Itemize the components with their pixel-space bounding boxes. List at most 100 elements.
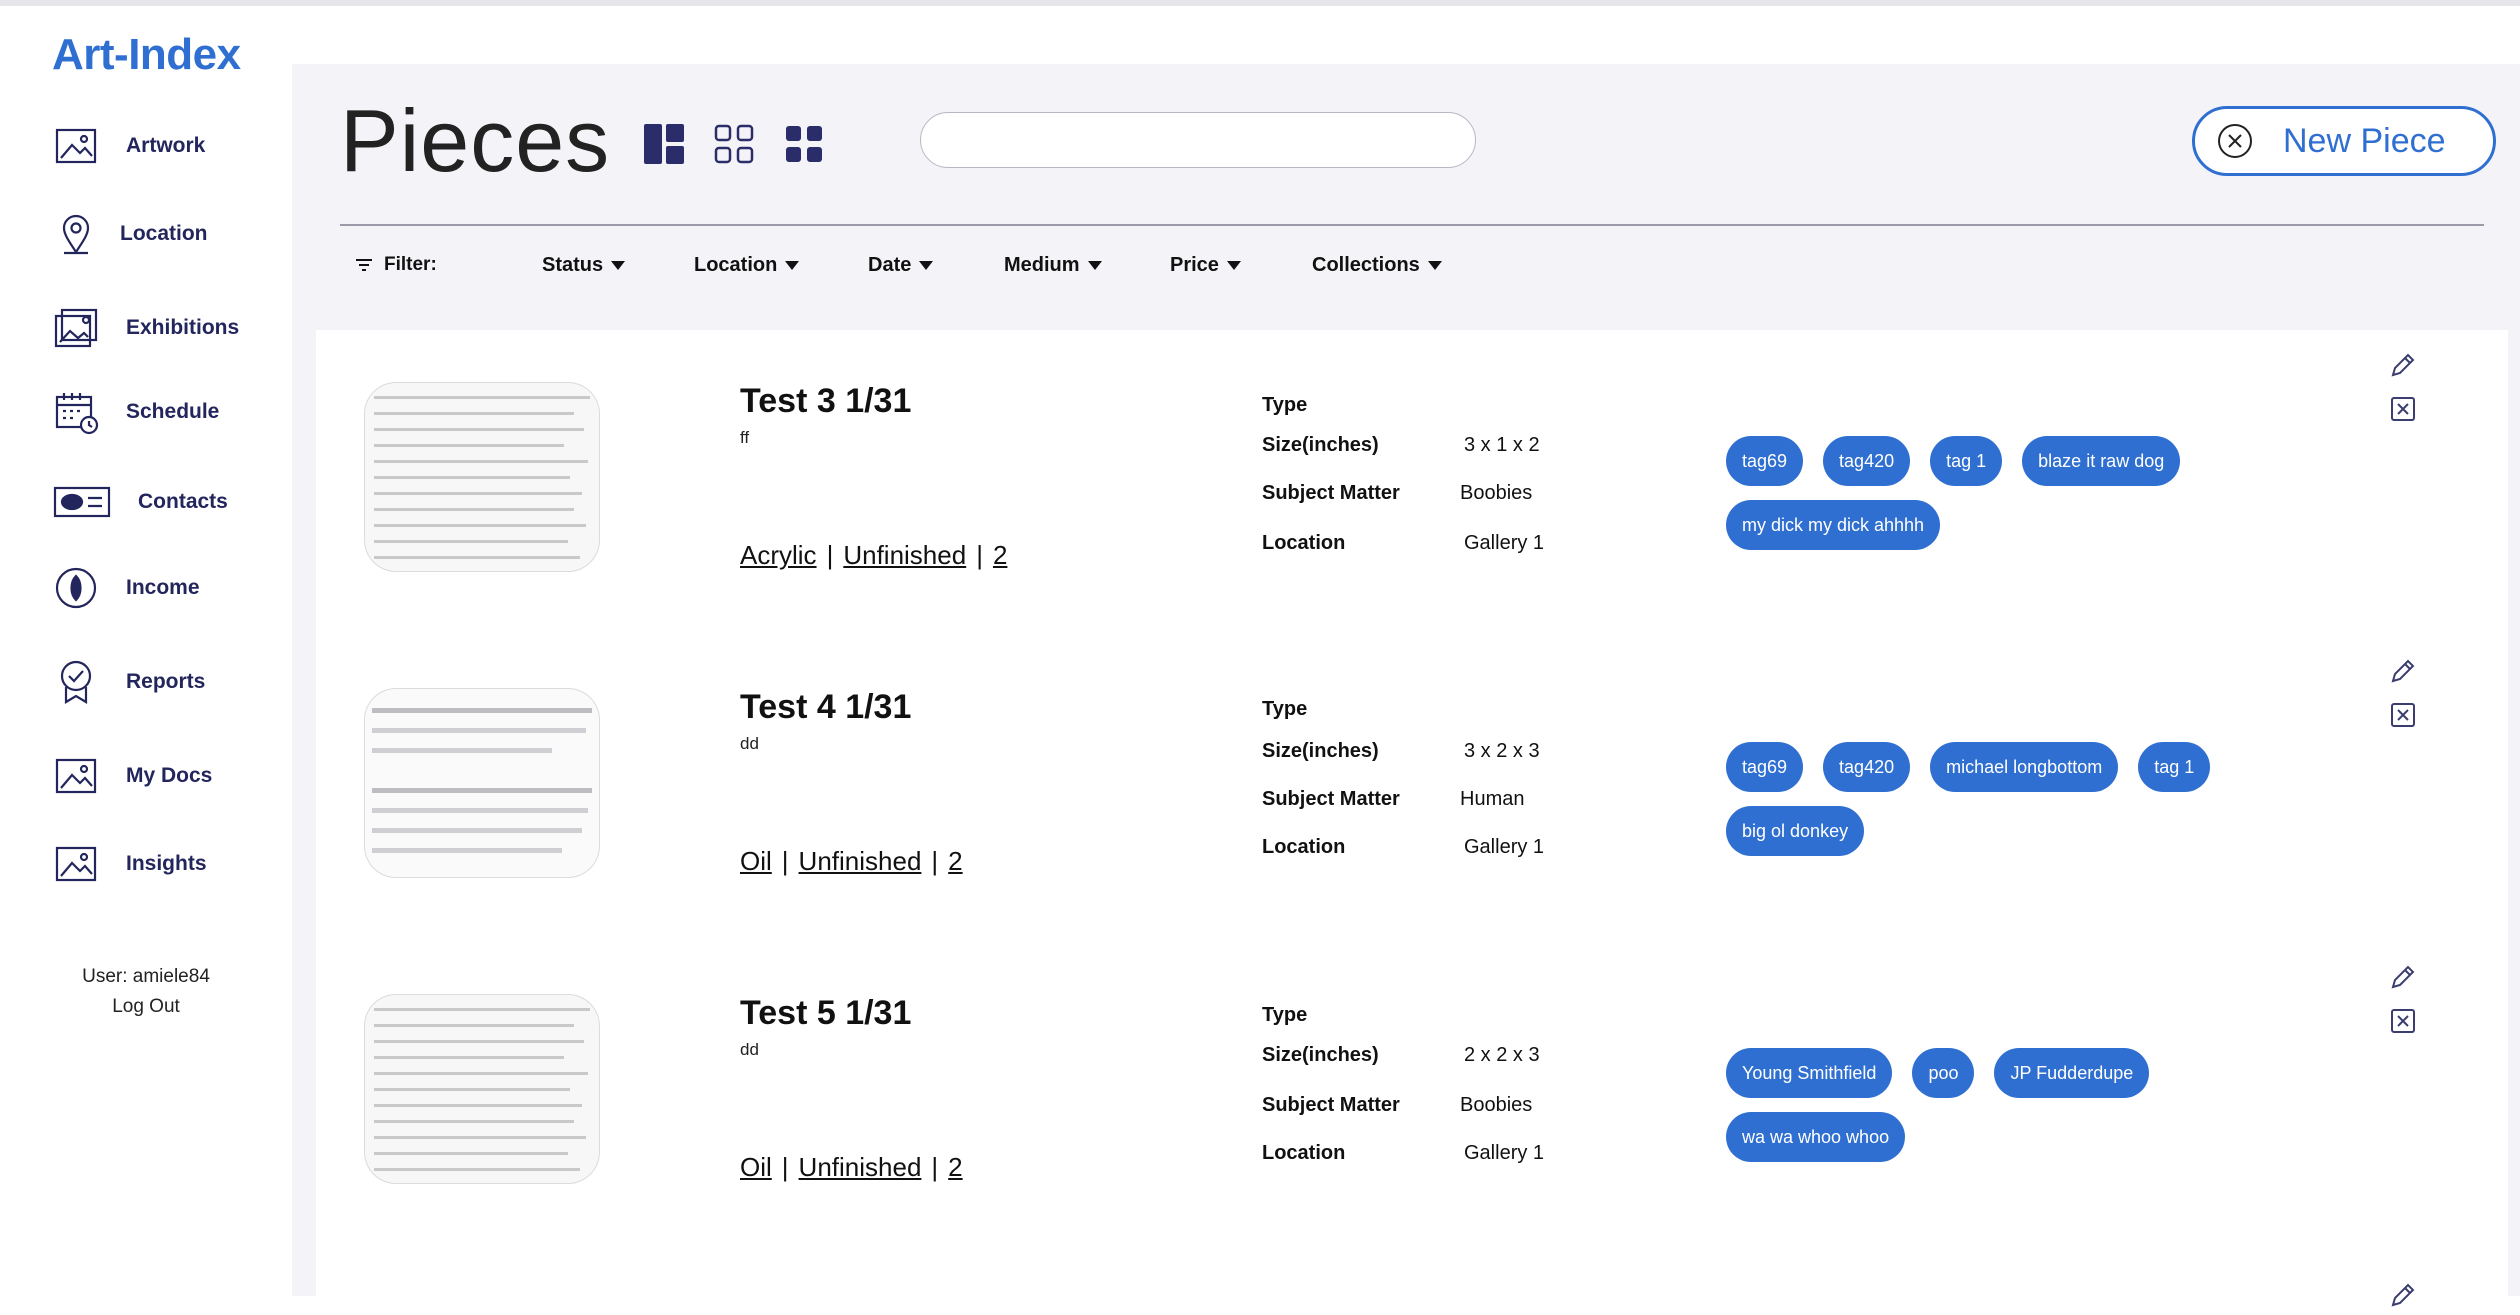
edit-button[interactable] (2388, 656, 2418, 686)
sidebar-item-label: Income (126, 576, 200, 599)
piece-meta: Oil | Unfinished | 2 (740, 1152, 963, 1182)
piece-meta: Oil | Unfinished | 2 (740, 846, 963, 876)
close-box-icon (2391, 703, 2415, 727)
app-logo[interactable]: Art-Index (52, 30, 241, 80)
piece-row: Test 3 1/31 ff Acrylic | Unfinished | 2 Type… (316, 330, 2508, 630)
contact-card-icon (53, 486, 111, 518)
piece-row: Test 4 1/31 dd Oil | Unfinished | 2 Type Siz… (316, 636, 2508, 936)
piece-thumbnail[interactable] (364, 688, 600, 878)
piece-thumbnail[interactable] (364, 382, 600, 572)
sidebar-item-insights[interactable]: Insights (52, 834, 207, 894)
close-box-icon (2391, 1009, 2415, 1033)
piece-name[interactable]: Test 4 1/31 (740, 688, 911, 727)
caret-down-icon (1427, 261, 1442, 270)
search-input[interactable] (920, 112, 1476, 168)
type-label: Type (1262, 698, 1308, 720)
piece-status-link[interactable]: Unfinished (843, 540, 966, 570)
grid-outline-icon (714, 124, 754, 164)
delete-button[interactable] (2388, 394, 2418, 424)
subject-label: Subject Matter (1262, 1094, 1400, 1116)
piece-status-link[interactable]: Unfinished (799, 1152, 922, 1182)
filter-option-label: Medium (1004, 254, 1080, 276)
sidebar-item-location[interactable]: Location (52, 204, 208, 264)
close-circle-icon (2218, 124, 2252, 158)
piece-medium-link[interactable]: Acrylic (740, 540, 817, 570)
tag-chip[interactable]: tag420 (1823, 436, 1911, 486)
piece-thumbnail[interactable] (364, 994, 600, 1184)
coin-icon (55, 567, 97, 609)
filter-price-dropdown[interactable]: Price (1170, 254, 1241, 277)
view-grid-outline-button[interactable] (712, 122, 756, 166)
filter-bar: Filter: Status Location Date Medium Pric… (292, 254, 2520, 284)
filter-location-dropdown[interactable]: Location (694, 254, 800, 277)
tag-chip[interactable]: Young Smithfield (1726, 1048, 1893, 1098)
sidebar-item-exhibitions[interactable]: Exhibitions (52, 298, 239, 358)
edit-button[interactable] (2388, 1280, 2418, 1310)
tag-chip[interactable]: tag69 (1726, 742, 1804, 792)
tag-chip[interactable]: my dick my dick ahhhh (1726, 500, 1941, 550)
tag-chip[interactable]: blaze it raw dog (2022, 436, 2181, 486)
filter-medium-dropdown[interactable]: Medium (1004, 254, 1102, 277)
tag-chip[interactable]: tag420 (1823, 742, 1911, 792)
size-label: Size(inches) (1262, 434, 1379, 456)
tag-chip[interactable]: michael longbottom (1930, 742, 2119, 792)
pencil-icon (2391, 353, 2415, 377)
tag-chip[interactable]: wa wa whoo whoo (1726, 1112, 1906, 1162)
location-value: Gallery 1 (1464, 532, 1545, 554)
edit-button[interactable] (2388, 962, 2418, 992)
logout-link[interactable]: Log Out (0, 996, 292, 1018)
piece-status-link[interactable]: Unfinished (799, 846, 922, 876)
piece-row: Test 5 1/31 dd Oil | Unfinished | 2 Type Siz… (316, 942, 2508, 1242)
grid-filled-icon (786, 126, 822, 162)
sidebar-item-label: My Docs (126, 764, 213, 787)
filter-option-label: Date (868, 254, 912, 276)
new-piece-button[interactable]: New Piece (2192, 106, 2496, 176)
piece-count-link[interactable]: 2 (948, 1152, 962, 1182)
user-label: User: amiele84 (82, 966, 210, 987)
filter-date-dropdown[interactable]: Date (868, 254, 934, 277)
tag-chip[interactable]: big ol donkey (1726, 806, 1865, 856)
tag-chip[interactable]: tag 1 (2138, 742, 2211, 792)
view-list-button[interactable] (642, 122, 686, 166)
size-value: 3 x 1 x 2 (1464, 434, 1540, 456)
piece-medium-link[interactable]: Oil (740, 846, 772, 876)
delete-button[interactable] (2388, 1006, 2418, 1036)
piece-meta: Acrylic | Unfinished | 2 (740, 540, 1008, 570)
tag-chip[interactable]: JP Fudderdupe (1994, 1048, 2150, 1098)
new-piece-label: New Piece (2283, 121, 2446, 160)
piece-name[interactable]: Test 3 1/31 (740, 382, 911, 421)
filter-option-label: Collections (1312, 254, 1420, 276)
location-label: Location (1262, 1142, 1346, 1164)
caret-down-icon (1226, 261, 1241, 270)
tag-chip[interactable]: poo (1912, 1048, 1975, 1098)
piece-count-link[interactable]: 2 (948, 846, 962, 876)
tag-list: Young Smithfield poo JP Fudderdupe wa wa… (1726, 1048, 2286, 1162)
tag-chip[interactable]: tag 1 (1930, 436, 2003, 486)
sidebar-item-schedule[interactable]: Schedule (52, 382, 219, 442)
sidebar-item-income[interactable]: Income (52, 558, 200, 618)
pencil-icon (2391, 659, 2415, 683)
type-label: Type (1262, 1004, 1308, 1026)
sidebar-item-artwork[interactable]: Artwork (52, 116, 205, 176)
tag-list: tag69 tag420 michael longbottom tag 1 bi… (1726, 742, 2286, 856)
piece-count-link[interactable]: 2 (993, 540, 1007, 570)
sidebar-item-reports[interactable]: Reports (52, 652, 205, 712)
edit-button[interactable] (2388, 350, 2418, 380)
filter-collections-dropdown[interactable]: Collections (1312, 254, 1442, 277)
tag-list: tag69 tag420 tag 1 blaze it raw dog my d… (1726, 436, 2286, 550)
location-value: Gallery 1 (1464, 836, 1545, 858)
size-value: 3 x 2 x 3 (1464, 740, 1540, 762)
caret-down-icon (611, 261, 626, 270)
tag-chip[interactable]: tag69 (1726, 436, 1804, 486)
sidebar-item-contacts[interactable]: Contacts (52, 472, 228, 532)
piece-name[interactable]: Test 5 1/31 (740, 994, 911, 1033)
sidebar: Art-Index Artwork Location Exhibitions S… (0, 6, 292, 1296)
sidebar-item-my-docs[interactable]: My Docs (52, 746, 212, 806)
delete-button[interactable] (2388, 700, 2418, 730)
pieces-list: Test 3 1/31 ff Acrylic | Unfinished | 2 Type… (316, 330, 2508, 1310)
filter-status-dropdown[interactable]: Status (542, 254, 626, 277)
subject-value: Human (1460, 788, 1525, 810)
piece-medium-link[interactable]: Oil (740, 1152, 772, 1182)
view-grid-filled-button[interactable] (782, 122, 826, 166)
filter-label-text: Filter: (384, 254, 437, 275)
